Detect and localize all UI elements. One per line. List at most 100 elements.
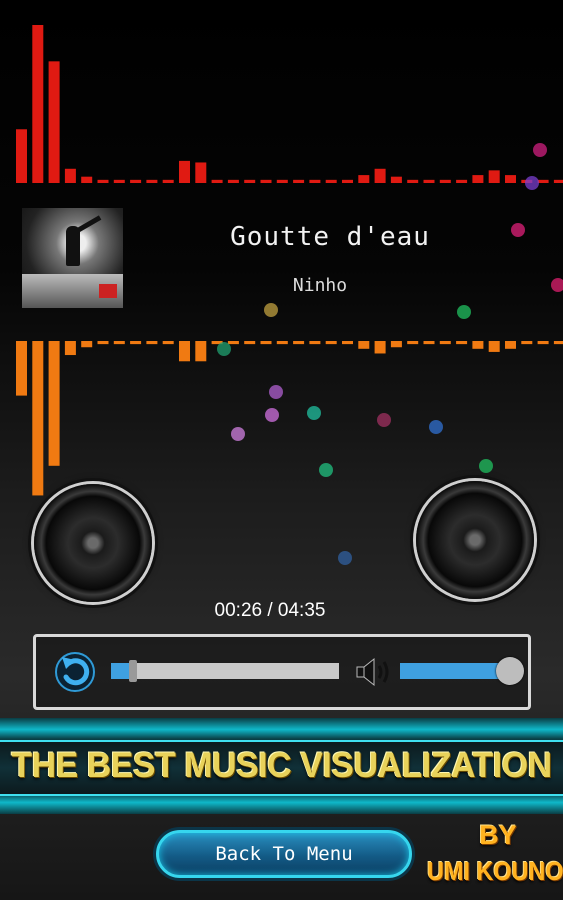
top-spectrum-bar <box>358 175 370 183</box>
top-spectrum-bar <box>146 179 158 183</box>
bottom-spectrum-bar <box>244 341 256 345</box>
top-spectrum-bar <box>179 160 190 183</box>
credit-by: BY <box>479 820 517 850</box>
top-spectrum-bar <box>276 179 288 183</box>
top-spectrum-bar <box>488 170 500 183</box>
top-spectrum-bar <box>309 179 321 183</box>
bottom-spectrum-bar <box>211 341 223 345</box>
particle-dot <box>264 303 278 317</box>
top-spectrum-bar <box>537 179 549 183</box>
bottom-spectrum-bar <box>32 341 44 496</box>
top-spectrum-bar <box>521 179 533 183</box>
top-spectrum-bar <box>472 175 484 183</box>
bottom-spectrum-bar <box>537 341 549 345</box>
left-speaker <box>34 484 152 602</box>
repeat-icon[interactable] <box>49 645 101 697</box>
particle-dot <box>479 459 493 473</box>
bottom-spectrum-bar <box>553 341 563 345</box>
top-spectrum-bar <box>325 179 337 183</box>
particle-dot <box>319 463 333 477</box>
bottom-spectrum-bar <box>260 341 272 345</box>
playback-time: 00:26 / 04:35 <box>214 600 326 621</box>
bottom-spectrum-bar <box>521 341 533 345</box>
back-to-menu-button[interactable]: Back To Menu <box>156 830 412 878</box>
right-speaker <box>416 481 534 599</box>
top-spectrum-bar <box>64 168 76 183</box>
bottom-spectrum-bar <box>16 341 27 396</box>
bottom-spectrum-bar <box>407 341 419 345</box>
top-spectrum-bar <box>211 179 223 183</box>
volume-slider-track[interactable] <box>400 663 510 679</box>
seek-bar-track[interactable] <box>111 663 339 679</box>
bottom-spectrum-bar <box>390 341 402 348</box>
banner-text: THE BEST MUSIC VISUALIZATION <box>11 746 552 785</box>
volume-icon[interactable] <box>355 656 395 688</box>
bottom-spectrum-bar <box>227 341 239 345</box>
song-artist: Ninho <box>292 275 348 296</box>
top-spectrum-bar <box>162 179 174 183</box>
bottom-spectrum-bar <box>342 341 353 345</box>
particle-dot <box>377 413 391 427</box>
particle-dot <box>338 551 352 565</box>
bottom-spectrum-bar <box>505 341 516 349</box>
particle-dot <box>231 427 245 441</box>
top-spectrum-bar <box>553 179 563 183</box>
bottom-spectrum-bar <box>146 341 158 345</box>
particle-dot <box>265 408 279 422</box>
particle-dot <box>533 143 547 157</box>
bottom-spectrum-bar <box>325 341 337 345</box>
particle-dot <box>429 420 443 434</box>
top-spectrum-bar <box>293 179 305 183</box>
bottom-spectrum-bar <box>439 341 451 345</box>
bottom-spectrum-bar <box>276 341 288 345</box>
top-spectrum-bar <box>374 168 386 183</box>
bottom-spectrum-bar <box>81 341 93 348</box>
seek-bar-thumb[interactable] <box>129 660 137 682</box>
top-spectrum-bar <box>260 179 272 183</box>
top-spectrum-bar <box>390 176 402 183</box>
bottom-spectrum-bar <box>64 341 76 356</box>
top-spectrum-bar <box>423 179 435 183</box>
bottom-spectrum-bar <box>195 341 207 362</box>
bottom-spectrum-bar <box>162 341 174 345</box>
song-title: Goutte d'eau <box>230 222 430 252</box>
top-spectrum-bar <box>244 179 256 183</box>
top-spectrum-bar <box>407 179 419 183</box>
bottom-spectrum-bar <box>113 341 125 345</box>
bottom-spectrum-bar <box>97 341 109 345</box>
particle-dot <box>269 385 283 399</box>
bottom-spectrum-bar <box>358 341 370 349</box>
top-spectrum-bar <box>81 176 93 183</box>
top-spectrum-bar <box>342 179 353 183</box>
bottom-spectrum-bar <box>179 341 190 362</box>
top-spectrum-bar <box>456 179 468 183</box>
bottom-spectrum-bar <box>48 341 60 466</box>
credit-name: UMI KOUNO <box>427 856 563 886</box>
top-spectrum-bar <box>195 162 207 183</box>
bottom-spectrum-bar <box>309 341 321 345</box>
promo-banner: THE BEST MUSIC VISUALIZATION <box>0 718 563 814</box>
top-spectrum-bar <box>439 179 451 183</box>
top-spectrum-bar <box>505 175 516 183</box>
bottom-spectrum-bar <box>374 341 386 354</box>
top-spectrum-bar <box>227 179 239 183</box>
bottom-spectrum-bar <box>130 341 142 345</box>
top-spectrum-bar <box>48 61 60 184</box>
particle-dot <box>307 406 321 420</box>
volume-slider-thumb[interactable] <box>496 657 524 685</box>
top-spectrum-bar <box>130 179 142 183</box>
bottom-spectrum-bar <box>488 341 500 352</box>
particle-dot <box>525 176 539 190</box>
bottom-spectrum-bar <box>472 341 484 349</box>
particle-dot <box>217 342 231 356</box>
album-art <box>22 208 123 308</box>
bottom-spectrum-bar <box>293 341 305 345</box>
particle-dot <box>551 278 563 292</box>
top-spectrum-bar <box>32 25 44 183</box>
top-spectrum-bar <box>16 129 27 183</box>
top-spectrum-bar <box>113 179 125 183</box>
particle-dot <box>457 305 471 319</box>
top-spectrum-bar <box>97 179 109 183</box>
bottom-spectrum-bar <box>456 341 468 345</box>
bottom-spectrum-bar <box>423 341 435 345</box>
